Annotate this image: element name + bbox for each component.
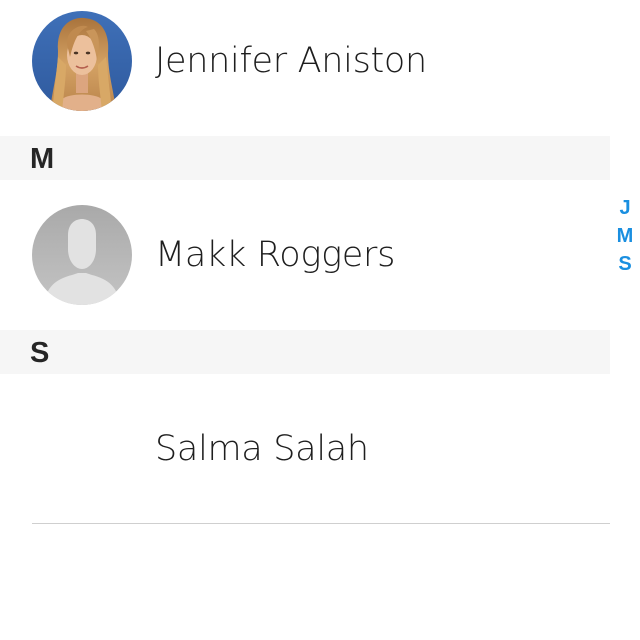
contact-name: Salma Salah: [155, 429, 369, 469]
section-letter: M: [30, 143, 55, 175]
section-header-m: M: [0, 136, 610, 180]
contact-name: Makk Roggers: [155, 235, 396, 275]
contact-row[interactable]: Salma Salah: [0, 388, 610, 498]
contacts-list: Jennifer Aniston M Makk Roggers S Salma …: [0, 0, 610, 640]
index-letter-m[interactable]: M: [611, 222, 639, 250]
index-letter-j[interactable]: J: [611, 194, 639, 222]
placeholder-person-icon: [32, 205, 132, 305]
index-letter-s[interactable]: S: [611, 250, 639, 278]
contact-row[interactable]: Jennifer Aniston: [0, 0, 610, 111]
contact-row[interactable]: Makk Roggers: [0, 194, 610, 305]
section-header-s: S: [0, 330, 610, 374]
list-divider: [32, 523, 610, 524]
contact-name: Jennifer Aniston: [155, 41, 427, 81]
photo-avatar-icon: [32, 11, 132, 111]
alphabet-index-bar[interactable]: J M S: [611, 194, 639, 278]
avatar: [32, 11, 132, 111]
avatar: [32, 205, 132, 305]
section-letter: S: [30, 337, 50, 369]
